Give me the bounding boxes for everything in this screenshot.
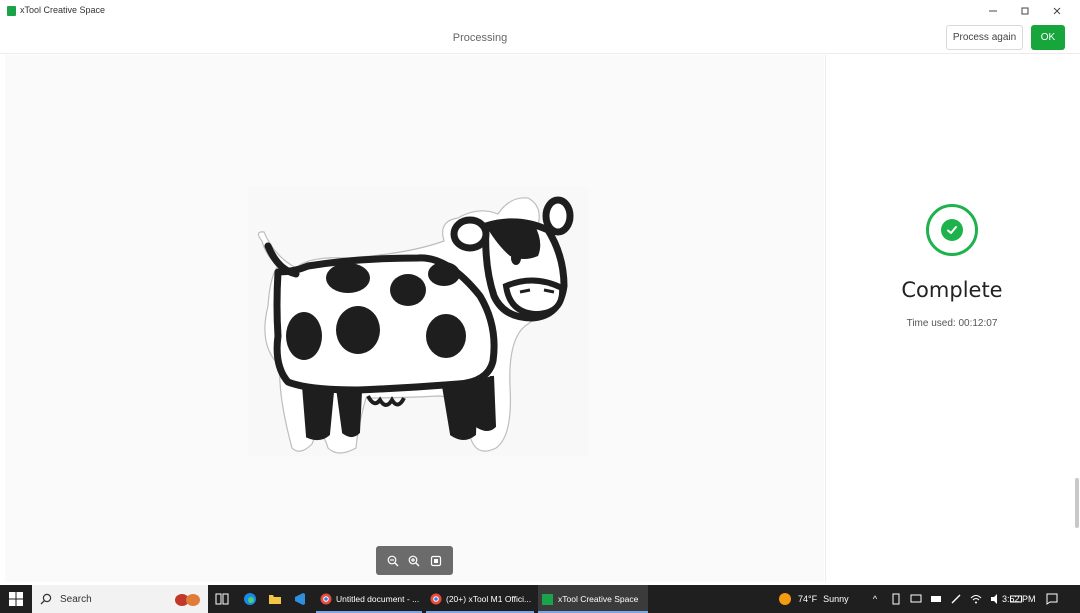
windows-logo-icon [9, 592, 23, 606]
search-label: Search [60, 593, 92, 605]
vscode-icon [295, 593, 305, 605]
display-icon[interactable] [910, 593, 922, 605]
pen-icon[interactable] [950, 593, 962, 605]
file-explorer-button[interactable] [265, 589, 285, 609]
close-icon [1053, 7, 1061, 15]
taskbar-app-label: xTool Creative Space [558, 594, 639, 604]
battery-icon[interactable] [890, 593, 902, 605]
processed-image-preview [248, 186, 588, 456]
fit-screen-button[interactable] [428, 553, 444, 569]
chrome-icon [320, 593, 332, 605]
system-clock[interactable]: 3:52 PM [1002, 585, 1036, 613]
taskbar-app-xtool-m1-official[interactable]: (20+) xTool M1 Offici... [426, 585, 534, 613]
success-badge [926, 204, 978, 256]
maximize-button[interactable] [1008, 0, 1042, 22]
chrome-icon [430, 593, 442, 605]
time-used-text: Time used: 00:12:07 [906, 318, 998, 329]
edge-button[interactable] [240, 589, 260, 609]
taskbar-search-box[interactable]: Search [32, 585, 208, 613]
header-toolbar: Processing Process again OK [0, 22, 1080, 54]
minimize-button[interactable] [976, 0, 1010, 22]
cow-sticker-image [257, 196, 574, 454]
zoom-in-icon [409, 555, 420, 566]
task-view-button[interactable] [212, 589, 232, 609]
complete-heading: Complete [901, 278, 1003, 302]
taskbar-app-label: Untitled document - ... [336, 594, 420, 604]
window-title: xTool Creative Space [20, 5, 106, 15]
checkmark-icon [947, 226, 957, 234]
task-view-icon [215, 593, 229, 605]
system-tray-icons: ^ [868, 585, 1022, 613]
xtool-app-icon [7, 6, 16, 16]
zoom-out-icon [387, 555, 399, 566]
network-icon[interactable] [930, 593, 942, 605]
start-button[interactable] [0, 585, 32, 613]
wifi-icon[interactable] [970, 593, 982, 605]
minimize-icon [989, 10, 997, 12]
process-again-button[interactable]: Process again [946, 25, 1023, 50]
weather-temp: 74°F [798, 594, 818, 604]
folder-icon [269, 595, 281, 604]
taskbar-app-untitled-document[interactable]: Untitled document - ... [316, 585, 422, 613]
preview-canvas [5, 55, 824, 582]
zoom-out-button[interactable] [385, 553, 401, 569]
windows-taskbar: Search Untitled document - ... (20+) xTo… [0, 585, 1080, 613]
result-panel: Complete Time used: 00:12:07 [825, 55, 1080, 582]
vscode-button[interactable] [290, 589, 310, 609]
processing-status: Processing [452, 32, 508, 44]
taskbar-app-xtool-creative-space[interactable]: xTool Creative Space [538, 585, 648, 613]
zoom-toolbar [376, 546, 453, 575]
sun-icon [779, 593, 791, 605]
taskbar-app-label: (20+) xTool M1 Offici... [446, 594, 532, 604]
scrollbar-thumb[interactable] [1075, 478, 1079, 528]
weather-condition: Sunny [823, 594, 849, 604]
xtool-icon [542, 593, 553, 605]
app-window: xTool Creative Space Processing Process … [0, 0, 1080, 585]
zoom-in-button[interactable] [406, 553, 422, 569]
notification-icon [1046, 593, 1058, 605]
weather-widget[interactable]: 74°F Sunny [778, 585, 849, 613]
chevron-up-icon[interactable]: ^ [868, 594, 882, 604]
ok-button[interactable]: OK [1031, 25, 1065, 50]
search-icon [40, 593, 52, 605]
search-highlight-icon [175, 594, 200, 606]
close-button[interactable] [1040, 0, 1074, 22]
notification-button[interactable] [1046, 585, 1058, 613]
edge-icon [244, 593, 256, 605]
volume-icon[interactable] [990, 593, 1002, 605]
fit-screen-icon [431, 555, 442, 566]
title-bar: xTool Creative Space [0, 0, 1080, 22]
maximize-icon [1021, 7, 1029, 15]
